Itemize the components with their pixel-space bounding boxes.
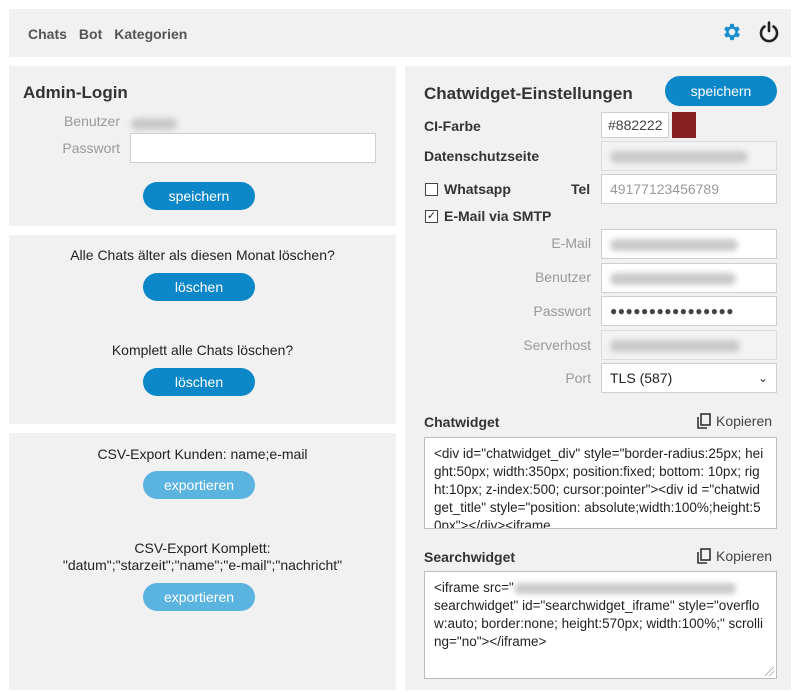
- whatsapp-label: Whatsapp: [444, 181, 511, 197]
- chatwidget-copy-button[interactable]: Kopieren: [697, 413, 772, 429]
- export-full-label-line1: CSV-Export Komplett:: [134, 540, 271, 556]
- copy-icon: [697, 548, 711, 564]
- smtp-password-input[interactable]: ●●●●●●●●●●●●●●●●: [601, 296, 777, 326]
- top-icons: [721, 20, 781, 44]
- nav-chats[interactable]: Chats: [28, 26, 67, 42]
- login-password-label: Passwort: [62, 140, 120, 156]
- searchwidget-code-textarea[interactable]: <iframe src=" searchwidget" id="searchwi…: [424, 571, 777, 679]
- gear-icon[interactable]: [721, 21, 743, 43]
- power-icon[interactable]: [757, 20, 781, 44]
- top-bar: Chats Bot Kategorien: [9, 9, 791, 57]
- ci-color-swatch[interactable]: [672, 112, 696, 138]
- smtp-host-label: Serverhost: [523, 337, 591, 353]
- searchwidget-code-start: <iframe src=": [434, 580, 514, 595]
- login-password-input[interactable]: [130, 133, 376, 163]
- export-customers-label: CSV-Export Kunden: name;e-mail: [97, 446, 308, 462]
- tel-input[interactable]: 49177123456789: [601, 174, 777, 204]
- smtp-host-input[interactable]: [601, 330, 777, 360]
- nav-bot[interactable]: Bot: [79, 26, 102, 42]
- smtp-port-select[interactable]: TLS (587) ⌄: [601, 363, 777, 393]
- delete-all-button[interactable]: löschen: [143, 368, 255, 396]
- chevron-down-icon: ⌄: [757, 371, 768, 385]
- delete-all-question: Komplett alle Chats löschen?: [111, 342, 294, 358]
- chatwidget-label: Chatwidget: [424, 414, 500, 430]
- smtp-checkbox-box[interactable]: ✓: [425, 209, 438, 223]
- nav-kategorien[interactable]: Kategorien: [114, 26, 187, 42]
- smtp-port-label: Port: [565, 370, 591, 386]
- admin-login-panel: Admin-Login Benutzer Passwort speichern: [9, 66, 396, 226]
- ci-color-label: CI-Farbe: [424, 118, 481, 134]
- smtp-email-input[interactable]: [601, 229, 777, 259]
- delete-old-button[interactable]: löschen: [143, 273, 255, 301]
- smtp-email-label: E-Mail: [551, 235, 591, 251]
- login-user-label: Benutzer: [63, 113, 120, 129]
- ci-color-input[interactable]: #882222: [601, 112, 669, 138]
- smtp-user-input[interactable]: [601, 263, 777, 293]
- privacy-page-label: Datenschutzseite: [424, 148, 540, 164]
- resize-handle[interactable]: [765, 667, 774, 676]
- searchwidget-copy-button[interactable]: Kopieren: [697, 548, 772, 564]
- delete-chats-panel: Alle Chats älter als diesen Monat lösche…: [9, 235, 396, 424]
- login-save-button[interactable]: speichern: [143, 182, 255, 210]
- login-user-value: [131, 115, 177, 131]
- smtp-label: E-Mail via SMTP: [444, 208, 552, 224]
- copy-icon: [697, 413, 711, 429]
- whatsapp-checkbox[interactable]: Whatsapp: [425, 181, 511, 197]
- searchwidget-label: Searchwidget: [424, 549, 516, 565]
- tel-label: Tel: [571, 181, 591, 197]
- chatwidget-copy-label: Kopieren: [716, 413, 773, 429]
- smtp-user-label: Benutzer: [534, 269, 591, 285]
- chatwidget-settings-panel: Chatwidget-Einstellungen speichern CI-Fa…: [405, 66, 791, 690]
- csv-export-panel: CSV-Export Kunden: name;e-mail exportier…: [9, 433, 396, 690]
- export-full-label-line2: "datum";"starzeit";"name";"e-mail";"nach…: [62, 557, 343, 573]
- privacy-page-input[interactable]: [601, 141, 777, 171]
- export-full-button[interactable]: exportieren: [143, 583, 255, 611]
- smtp-password-label: Passwort: [533, 303, 591, 319]
- admin-login-title: Admin-Login: [23, 83, 128, 102]
- delete-old-question: Alle Chats älter als diesen Monat lösche…: [70, 247, 335, 263]
- searchwidget-copy-label: Kopieren: [716, 548, 773, 564]
- settings-title: Chatwidget-Einstellungen: [424, 84, 633, 103]
- chatwidget-code-textarea[interactable]: <div id="chatwidget_div" style="border-r…: [424, 437, 777, 529]
- settings-save-button[interactable]: speichern: [665, 76, 777, 106]
- searchwidget-code-rest: searchwidget" id="searchwidget_iframe" s…: [434, 598, 763, 649]
- smtp-checkbox[interactable]: ✓ E-Mail via SMTP: [425, 208, 551, 224]
- whatsapp-checkbox-box[interactable]: [425, 182, 438, 196]
- export-customers-button[interactable]: exportieren: [143, 471, 255, 499]
- smtp-port-value: TLS (587): [610, 370, 673, 386]
- main-nav: Chats Bot Kategorien: [28, 26, 187, 42]
